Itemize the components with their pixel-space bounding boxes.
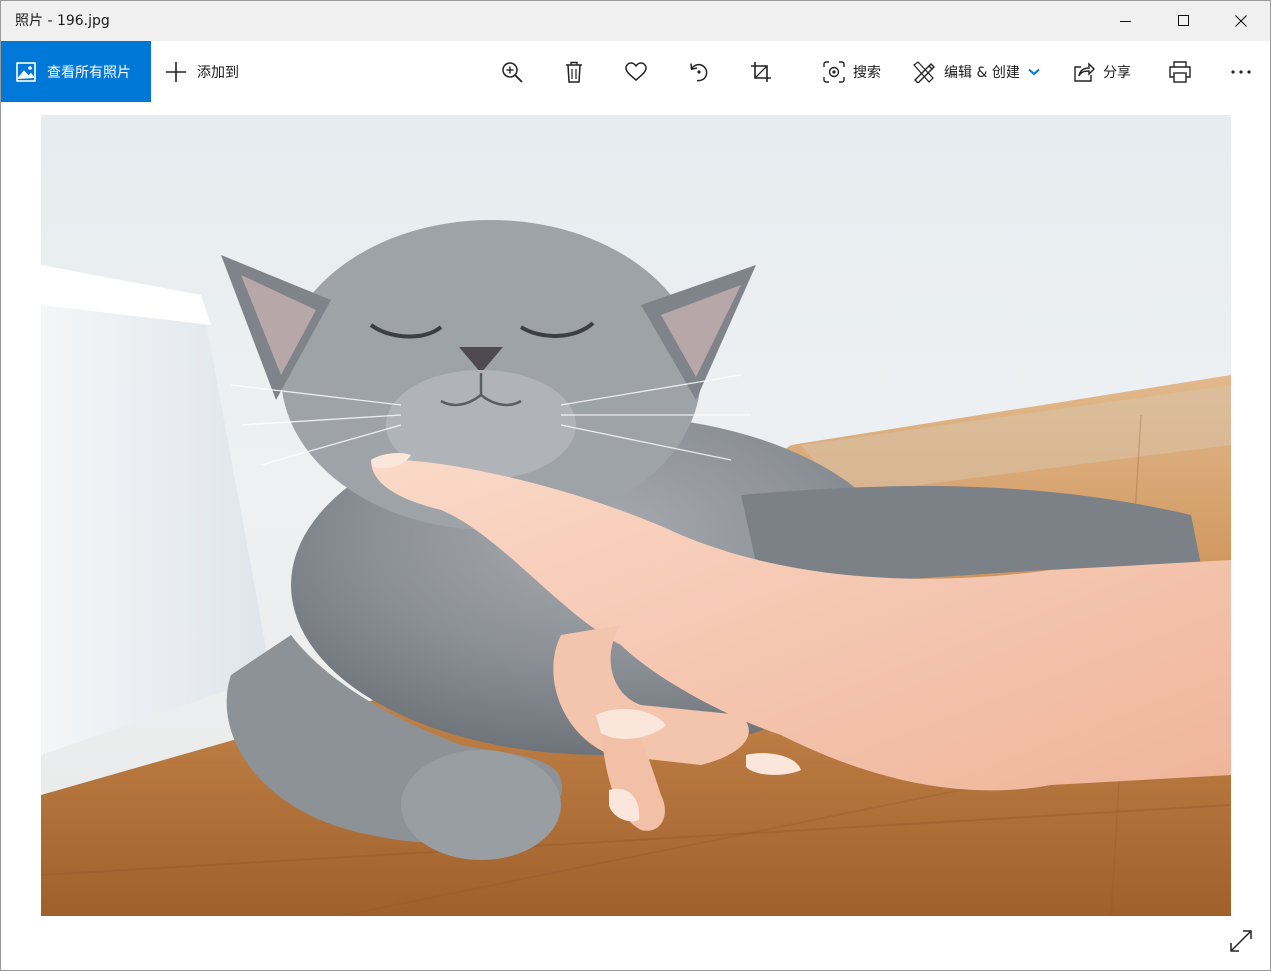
more-options-icon — [1231, 69, 1251, 74]
rotate-button[interactable] — [677, 41, 721, 102]
share-label: 分享 — [1103, 64, 1131, 81]
expand-icon — [1230, 930, 1252, 952]
close-button[interactable] — [1212, 1, 1270, 41]
cat-being-scratched-photo[interactable] — [41, 115, 1231, 916]
crop-button[interactable] — [739, 41, 783, 102]
close-icon — [1235, 15, 1247, 27]
photo-image — [41, 115, 1231, 916]
window-title: 照片 - 196.jpg — [15, 13, 110, 29]
add-to-label: 添加到 — [197, 64, 239, 81]
plus-icon — [166, 61, 186, 82]
share-button[interactable]: 分享 — [1073, 41, 1131, 102]
crop-icon — [751, 61, 771, 82]
favorite-heart-icon — [625, 61, 647, 81]
delete-icon — [566, 61, 582, 83]
title-bar: 照片 - 196.jpg — [1, 1, 1270, 41]
more-options-button[interactable] — [1219, 41, 1263, 102]
minimize-button[interactable] — [1097, 1, 1155, 41]
view-all-photos-label: 查看所有照片 — [47, 64, 131, 81]
share-icon — [1074, 61, 1095, 82]
minimize-icon — [1120, 21, 1131, 22]
edit-create-button[interactable]: 编辑 & 创建 — [912, 41, 1040, 102]
edit-create-icon — [913, 60, 935, 83]
print-button[interactable] — [1158, 41, 1202, 102]
visual-search-button[interactable]: 搜索 — [823, 41, 881, 102]
edit-create-label: 编辑 & 创建 — [944, 64, 1020, 81]
command-bar: 查看所有照片 添加到 搜索 编辑 & 创建 分享 — [1, 41, 1270, 102]
add-to-button[interactable]: 添加到 — [165, 41, 239, 102]
zoom-in-icon — [502, 61, 523, 83]
delete-button[interactable] — [552, 41, 596, 102]
visual-search-icon — [823, 60, 845, 83]
print-icon — [1169, 60, 1191, 83]
view-all-photos-button[interactable]: 查看所有照片 — [1, 41, 151, 102]
maximize-button[interactable] — [1155, 1, 1213, 41]
search-label: 搜索 — [853, 64, 881, 81]
chevron-down-icon — [1028, 68, 1040, 75]
favorite-button[interactable] — [614, 41, 658, 102]
maximize-icon — [1178, 15, 1189, 26]
photo-gallery-icon — [16, 61, 38, 83]
zoom-button[interactable] — [490, 41, 534, 102]
photos-app-window: 照片 - 196.jpg 查看所有照片 添加到 搜索 编辑 & 创建 分享 — [0, 0, 1271, 971]
full-screen-button[interactable] — [1222, 922, 1260, 960]
rotate-icon — [690, 62, 708, 81]
